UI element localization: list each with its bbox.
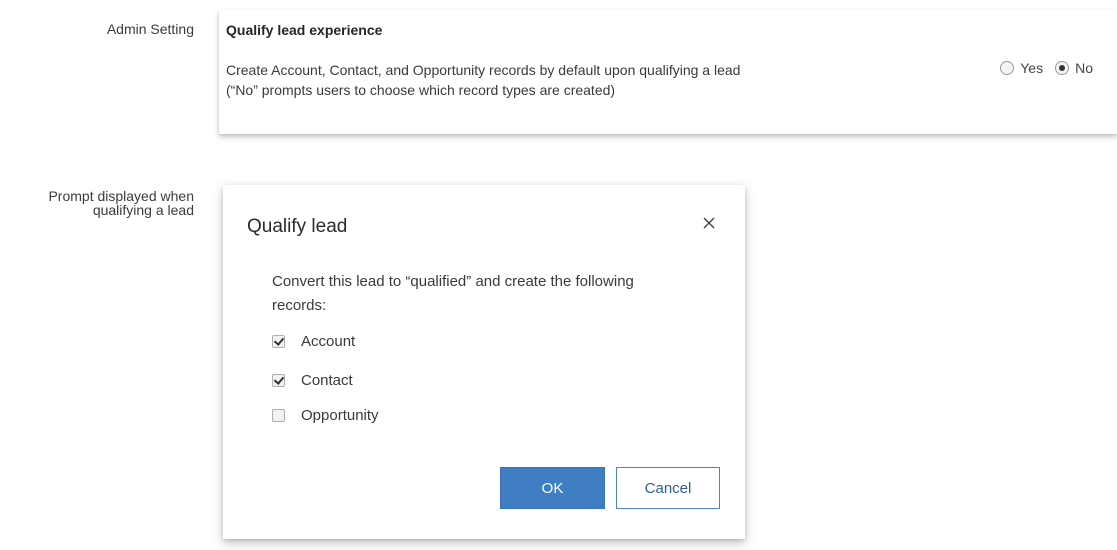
radio-yes-circle[interactable] — [1000, 61, 1015, 75]
setting-title: Qualify lead experience — [226, 22, 383, 38]
radio-no-label: No — [1075, 60, 1093, 76]
radio-no-circle[interactable] — [1055, 61, 1070, 75]
checkbox-opportunity-box[interactable] — [272, 409, 285, 422]
checkbox-account[interactable]: Account — [272, 333, 355, 350]
prompt-label-line1: Prompt displayed when — [48, 188, 194, 204]
checkbox-account-box[interactable] — [272, 335, 285, 348]
setting-description-line1: Create Account, Contact, and Opportunity… — [226, 62, 741, 78]
prompt-displayed-label: Prompt displayed when qualifying a lead — [14, 189, 194, 217]
dialog-message: Convert this lead to “qualified” and cre… — [272, 270, 722, 318]
checkbox-opportunity-label: Opportunity — [301, 407, 379, 424]
setting-description: Create Account, Contact, and Opportunity… — [226, 60, 926, 100]
radio-yes[interactable]: Yes — [1000, 60, 1043, 76]
checkbox-contact[interactable]: Contact — [272, 372, 353, 389]
close-icon[interactable] — [699, 213, 719, 233]
admin-setting-card: Qualify lead experience Create Account, … — [219, 10, 1117, 134]
setting-description-line2: (“No” prompts users to choose which reco… — [226, 82, 616, 98]
dialog-title: Qualify lead — [247, 216, 348, 237]
dialog-message-line1: Convert this lead to “qualified” and cre… — [272, 273, 634, 290]
checkbox-account-label: Account — [301, 333, 356, 350]
yes-no-radio-group: Yes No — [1000, 60, 1093, 76]
cancel-button[interactable]: Cancel — [616, 467, 720, 509]
prompt-label-line2: qualifying a lead — [92, 202, 194, 218]
checkbox-contact-label: Contact — [301, 372, 353, 389]
checkbox-opportunity[interactable]: Opportunity — [272, 407, 379, 424]
checkbox-contact-box[interactable] — [272, 374, 285, 387]
dialog-message-line2: records: — [272, 297, 327, 314]
radio-yes-label: Yes — [1020, 60, 1044, 76]
qualify-lead-dialog: Qualify lead Convert this lead to “quali… — [223, 185, 745, 539]
ok-button[interactable]: OK — [500, 467, 605, 509]
radio-no[interactable]: No — [1055, 60, 1093, 76]
admin-setting-label: Admin Setting — [106, 21, 194, 37]
